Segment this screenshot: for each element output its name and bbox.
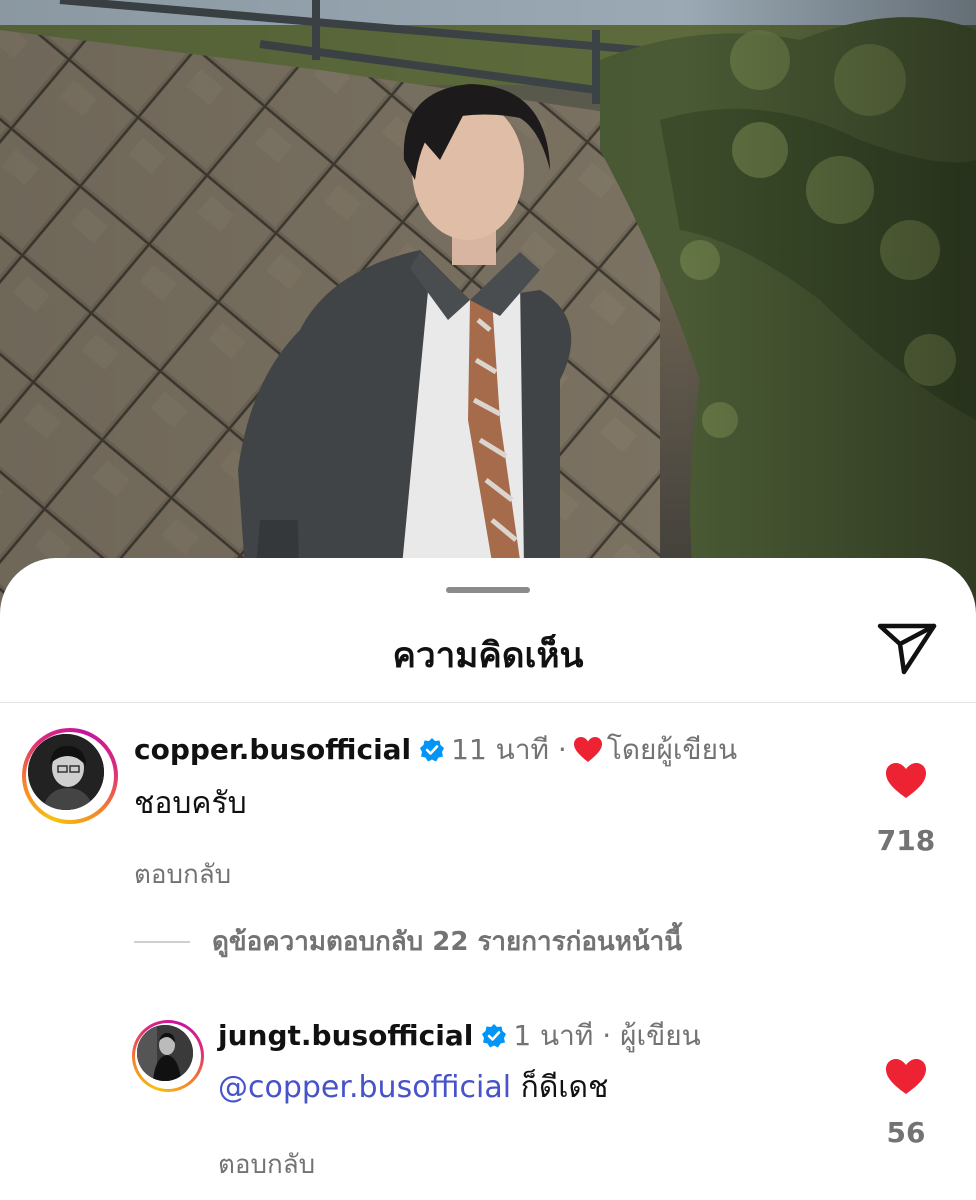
heart-icon bbox=[573, 737, 602, 762]
separator-dot: · bbox=[602, 1019, 612, 1052]
like-count: 718 bbox=[876, 824, 936, 857]
comment-timestamp: 1 นาที bbox=[513, 1019, 594, 1052]
comment-body: ก็ดีเดช bbox=[520, 1070, 609, 1105]
avatar[interactable] bbox=[132, 1020, 204, 1092]
like-count: 56 bbox=[886, 1116, 926, 1149]
mention-link[interactable]: @copper.busofficial bbox=[218, 1070, 511, 1105]
comment-text: @copper.busofficial ก็ดีเดช bbox=[218, 1068, 608, 1108]
verified-badge-icon bbox=[482, 1024, 507, 1048]
share-button[interactable] bbox=[876, 620, 938, 676]
comment-username[interactable]: copper.busofficial bbox=[134, 733, 411, 766]
comment-like: 718 bbox=[866, 762, 946, 857]
view-previous-replies-label: ดูข้อความตอบกลับ 22 รายการก่อนหน้านี้ bbox=[212, 927, 682, 957]
like-heart-icon[interactable] bbox=[885, 762, 927, 800]
comment-like: 56 bbox=[866, 1058, 946, 1149]
liked-by-author-label: โดยผู้เขียน bbox=[606, 733, 738, 766]
author-label: ผู้เขียน bbox=[620, 1019, 701, 1052]
like-heart-icon[interactable] bbox=[885, 1058, 927, 1096]
comment-text: ชอบครับ bbox=[134, 786, 247, 821]
comments-sheet: ความคิดเห็น copper.busofficial 11 นาที ·… bbox=[0, 558, 976, 1200]
header-divider bbox=[0, 702, 976, 703]
comment-timestamp: 11 นาที bbox=[451, 733, 550, 766]
post-photo bbox=[0, 0, 976, 640]
replies-line bbox=[134, 940, 190, 943]
separator-dot: · bbox=[557, 733, 567, 766]
reply-button[interactable]: ตอบกลับ bbox=[134, 854, 231, 895]
view-previous-replies-button[interactable]: ดูข้อความตอบกลับ 22 รายการก่อนหน้านี้ bbox=[134, 921, 682, 962]
reply-button[interactable]: ตอบกลับ bbox=[218, 1144, 315, 1185]
verified-badge-icon bbox=[420, 738, 445, 762]
sheet-title: ความคิดเห็น bbox=[392, 636, 584, 676]
comment-username[interactable]: jungt.busofficial bbox=[218, 1019, 473, 1052]
sheet-grabber[interactable] bbox=[446, 587, 530, 593]
avatar[interactable] bbox=[22, 728, 118, 824]
paper-plane-icon bbox=[877, 623, 937, 675]
